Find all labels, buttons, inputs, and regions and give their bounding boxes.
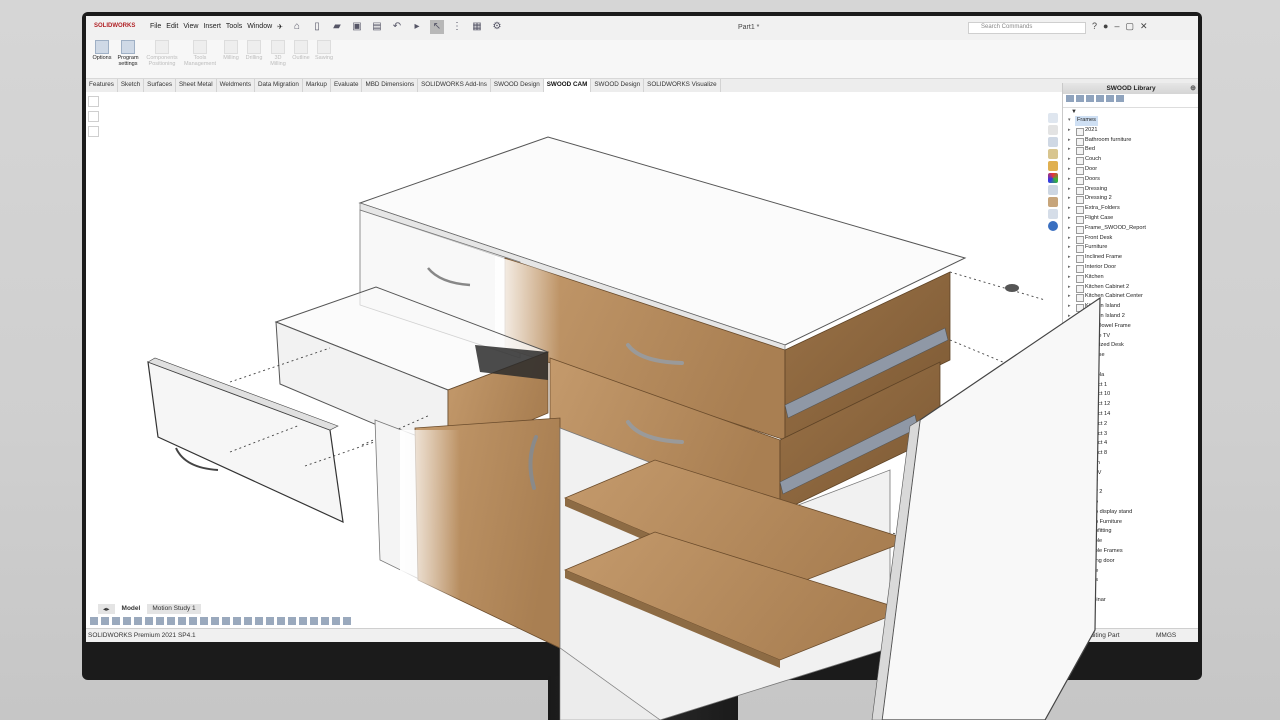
lower-door-fade <box>400 430 460 600</box>
hinge-part <box>1005 284 1019 292</box>
cabinet-3d-model[interactable] <box>0 0 1280 720</box>
